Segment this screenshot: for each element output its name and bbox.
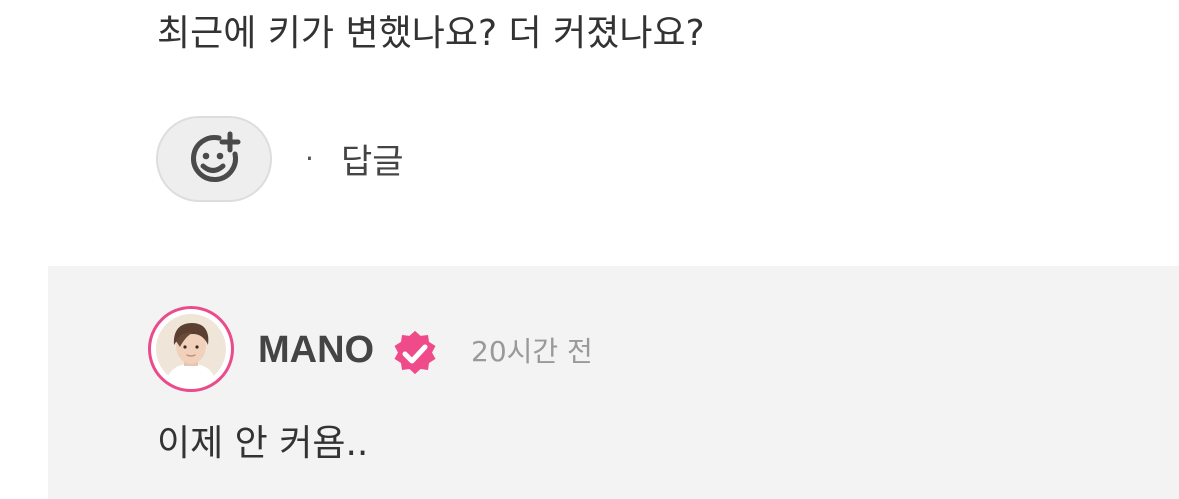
separator-dot: ·: [305, 142, 314, 175]
smiley-plus-icon: [190, 131, 241, 183]
avatar-image: [156, 314, 226, 384]
username[interactable]: MANO: [258, 327, 374, 373]
reply-item: MANO 20시간 전 이제 안 커욤..: [48, 266, 1179, 499]
avatar[interactable]: [148, 306, 234, 392]
reply-text: 이제 안 커욤..: [157, 423, 369, 464]
timestamp: 20시간 전: [471, 335, 593, 368]
reply-button[interactable]: 답글: [341, 140, 404, 184]
comment-item: 최근에 키가 변했나요? 더 커졌나요? · 답글: [0, 0, 1179, 266]
verified-badge-icon: [394, 331, 436, 375]
comment-text: 최근에 키가 변했나요? 더 커졌나요?: [157, 13, 705, 54]
add-reaction-button[interactable]: [156, 116, 272, 202]
